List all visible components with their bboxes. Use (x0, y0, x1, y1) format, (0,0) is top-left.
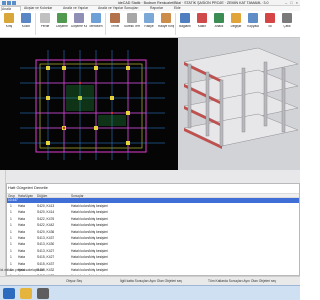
raft-icon (144, 13, 154, 23)
beam-icon (4, 13, 14, 23)
ribbon-button-doseme-kiris[interactable]: Döşeme Kiriş. (71, 12, 87, 36)
raft-beam-icon (161, 13, 171, 23)
wall-icon (40, 13, 50, 23)
redo-icon[interactable] (12, 1, 16, 5)
copy-icon (248, 13, 258, 23)
plan-drawing (20, 50, 165, 160)
ribbon-button-celik[interactable]: Çelik (279, 12, 295, 36)
window-controls: – □ × (285, 1, 298, 5)
steel-icon (282, 13, 292, 23)
slab-icon (57, 13, 67, 23)
error-check-panel: Hatt Gürgeleri Denetle Grup Hata/Uyarı D… (6, 183, 300, 276)
slab-beam-icon (74, 13, 84, 23)
panel-splitter[interactable] (0, 170, 300, 183)
ribbon-button-baglanti[interactable]: Bağlantı (177, 12, 193, 36)
column-icon (21, 13, 31, 23)
plan-view-2d[interactable] (0, 38, 178, 170)
ribbon-button-kiris[interactable]: Kiriş (1, 12, 17, 36)
delete-icon (265, 13, 275, 23)
ribbon: Kiriş Kolon Perde Döşeme Döşeme Kiriş. M… (0, 11, 300, 38)
taskbar (0, 285, 300, 300)
windows-icon[interactable] (3, 288, 15, 299)
ribbon-button-doseme[interactable]: Döşeme (54, 12, 70, 36)
chart-app-icon[interactable] (37, 288, 49, 299)
ribbon-divider (105, 13, 106, 35)
modify-icon (231, 13, 241, 23)
ribbon-button-radye[interactable]: Radye (141, 12, 157, 36)
error-list: 1 Hata S420, K413 Hatalı kolon/kiriş kesişi… (7, 203, 299, 275)
quick-access-toolbar (2, 1, 16, 5)
ribbon-button-degistir[interactable]: Değiştir (228, 12, 244, 36)
maximize-icon[interactable]: □ (290, 1, 292, 5)
ribbon-divider (35, 13, 36, 35)
explorer-icon[interactable] (20, 288, 32, 299)
undo-icon[interactable] (7, 1, 11, 5)
ribbon-button-merdiven[interactable]: Merdiven (88, 12, 104, 36)
panel-title: Hatt Gürgeleri Denetle (8, 185, 48, 190)
ribbon-button-sil[interactable]: Sil (262, 12, 278, 36)
close-icon[interactable]: × (296, 1, 298, 5)
ribbon-button-kopyala[interactable]: Kopyala (245, 12, 261, 36)
ribbon-button-surekli-temel[interactable]: Sürekli Temel (124, 12, 140, 36)
remove-icon (197, 13, 207, 23)
app-window: ideCAD Statik · Bodrum Renkozlet/Bilal ·… (0, 0, 300, 300)
strip-foundation-icon (127, 13, 137, 23)
stair-icon (91, 13, 101, 23)
ribbon-button-radye-kiris[interactable]: Radye Kiriş (158, 12, 174, 36)
model-view-3d[interactable] (178, 38, 300, 170)
ribbon-button-analiz[interactable]: Analiz (211, 12, 227, 36)
minimize-icon[interactable]: – (285, 1, 287, 5)
ribbon-button-temel[interactable]: Temel (107, 12, 123, 36)
save-icon[interactable] (2, 1, 6, 5)
ribbon-button-perde[interactable]: Perde (37, 12, 53, 36)
foundation-icon (110, 13, 120, 23)
status-bar: Obyuz Seç İlgili katta Sonuçları Aynı Ol… (0, 276, 300, 285)
ribbon-button-kolon[interactable]: Kolon (18, 12, 34, 36)
analysis-icon (214, 13, 224, 23)
model-3d-drawing (178, 38, 300, 170)
ribbon-divider (175, 13, 176, 35)
connection-icon (180, 13, 190, 23)
command-line[interactable]: \ci.ınklalar.projeal.sakelapta.ide (0, 268, 60, 272)
ribbon-button-kaldir[interactable]: Kaldır (194, 12, 210, 36)
